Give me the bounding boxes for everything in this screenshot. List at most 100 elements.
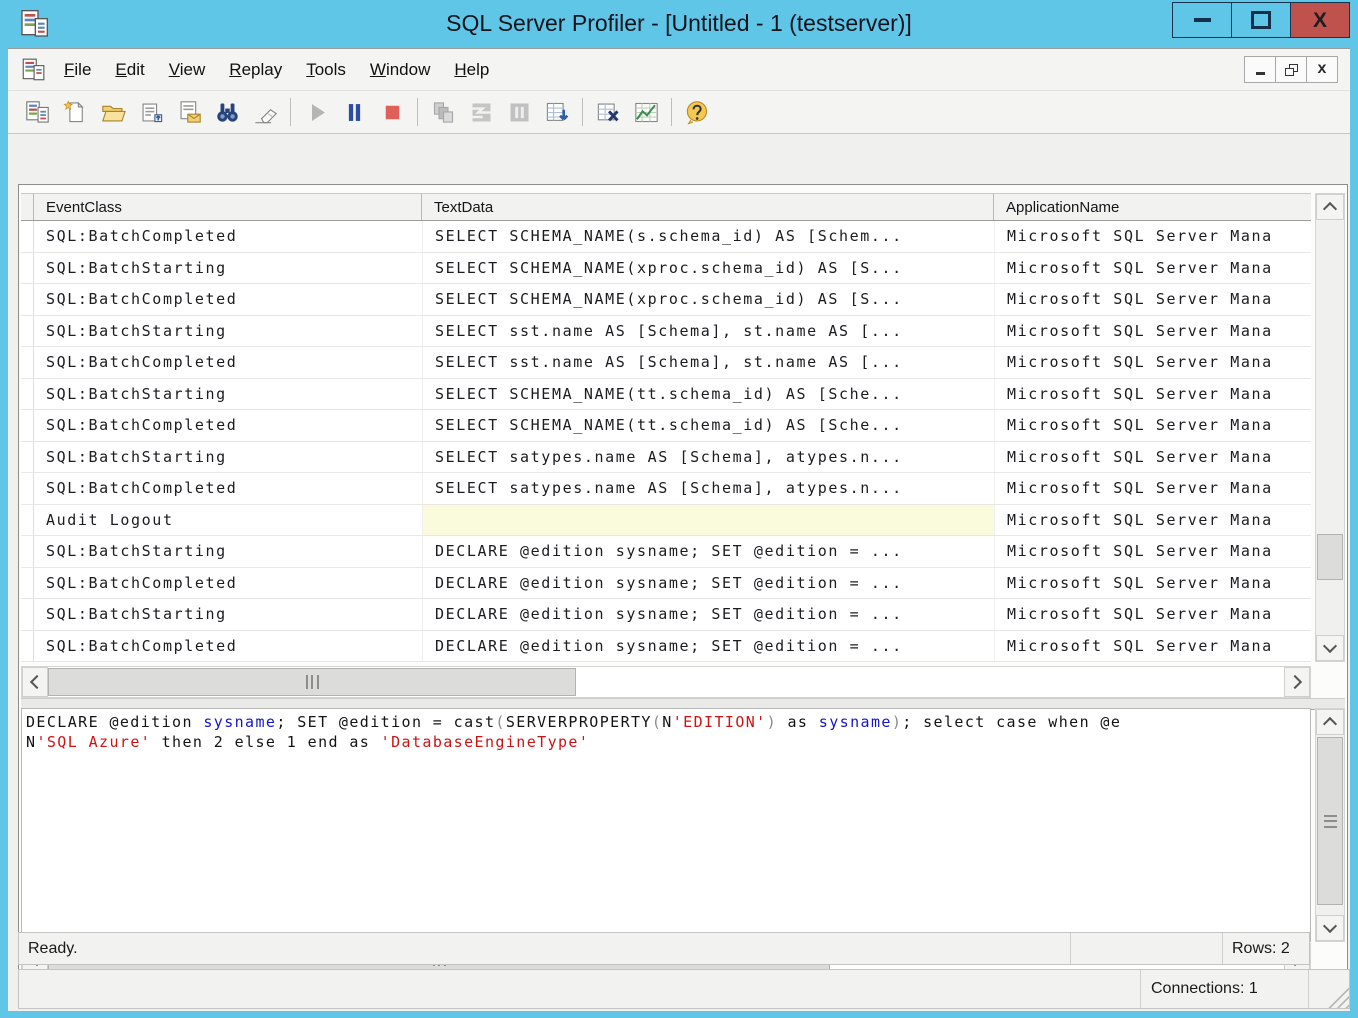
menu-items: FileEditViewReplayToolsWindowHelp (52, 55, 501, 85)
chevron-up-icon (1323, 202, 1337, 216)
cell-eventclass: SQL:BatchStarting (34, 442, 422, 473)
header-textdata[interactable]: TextData (422, 194, 994, 220)
trace-row[interactable]: SQL:BatchStartingSELECT satypes.name AS … (21, 442, 1311, 474)
auto-scroll-icon[interactable] (538, 94, 576, 130)
new-trace-icon[interactable] (18, 94, 56, 130)
trace-row[interactable]: SQL:BatchCompletedDECLARE @edition sysna… (21, 631, 1311, 663)
grouped-view-icon[interactable] (462, 94, 500, 130)
cell-applicationname: Microsoft SQL Server Mana (994, 379, 1311, 410)
cell-applicationname: Microsoft SQL Server Mana (994, 505, 1311, 536)
cell-applicationname: Microsoft SQL Server Mana (994, 473, 1311, 504)
close-icon: X (1313, 10, 1327, 31)
trace-properties-icon[interactable] (170, 94, 208, 130)
grid-hscroll-thumb[interactable] (48, 668, 576, 696)
pause-replay-icon[interactable] (335, 94, 373, 130)
find-icon[interactable] (208, 94, 246, 130)
scroll-down-button[interactable] (1316, 635, 1344, 661)
mdi-restore-button[interactable] (1275, 56, 1307, 83)
chevron-down-icon (1323, 919, 1337, 933)
status-rows: Rows: 2 (1223, 933, 1309, 964)
start-replay-icon[interactable] (297, 94, 335, 130)
row-selector (21, 568, 34, 599)
cell-textdata: SELECT satypes.name AS [Schema], atypes.… (422, 442, 994, 473)
cell-eventclass: SQL:BatchCompleted (34, 284, 422, 315)
trace-row[interactable]: SQL:BatchStartingDECLARE @edition sysnam… (21, 536, 1311, 568)
grid-vscroll-thumb[interactable] (1317, 534, 1343, 580)
trace-row[interactable]: SQL:BatchCompletedSELECT sst.name AS [Sc… (21, 347, 1311, 379)
minimize-button[interactable] (1172, 2, 1232, 38)
status-ready: Ready. (19, 933, 1071, 964)
cell-applicationname: Microsoft SQL Server Mana (994, 284, 1311, 315)
organize-columns-icon[interactable] (424, 94, 462, 130)
stop-replay-icon[interactable] (373, 94, 411, 130)
resize-grip[interactable] (1309, 970, 1349, 1008)
maximize-button[interactable] (1231, 2, 1291, 38)
title-bar[interactable]: SQL Server Profiler - [Untitled - 1 (tes… (0, 0, 1358, 48)
clear-window-icon[interactable] (589, 94, 627, 130)
menu-tools[interactable]: Tools (294, 55, 358, 85)
trace-row[interactable]: SQL:BatchStartingSELECT SCHEMA_NAME(tt.s… (21, 379, 1311, 411)
cell-eventclass: SQL:BatchStarting (34, 379, 422, 410)
menu-replay[interactable]: Replay (217, 55, 294, 85)
cell-applicationname: Microsoft SQL Server Mana (994, 442, 1311, 473)
resize-grip-icon (1323, 982, 1349, 1008)
toolbar-separator (582, 98, 583, 126)
trace-row[interactable]: SQL:BatchCompletedSELECT SCHEMA_NAME(s.s… (21, 221, 1311, 253)
help-icon[interactable] (678, 94, 716, 130)
chevron-up-icon (1323, 717, 1337, 731)
trace-row[interactable]: SQL:BatchCompletedSELECT SCHEMA_NAME(tt.… (21, 410, 1311, 442)
performance-counters-icon[interactable] (627, 94, 665, 130)
mdi-close-button[interactable]: x (1306, 56, 1338, 83)
save-trace-icon[interactable] (132, 94, 170, 130)
menu-file[interactable]: File (52, 55, 103, 85)
sql-code-line: N'SQL Azure' then 2 else 1 end as 'Datab… (26, 732, 1306, 752)
trace-window: EventClass TextData ApplicationName SQL:… (18, 184, 1348, 977)
cell-eventclass: SQL:BatchCompleted (34, 568, 422, 599)
detail-vscroll-thumb[interactable] (1317, 737, 1343, 905)
cell-applicationname: Microsoft SQL Server Mana (994, 347, 1311, 378)
cell-textdata: SELECT SCHEMA_NAME(tt.schema_id) AS [Sch… (422, 410, 994, 441)
scroll-right-button[interactable] (1284, 667, 1310, 697)
row-selector (21, 347, 34, 378)
open-trace-icon[interactable] (94, 94, 132, 130)
menu-help[interactable]: Help (442, 55, 501, 85)
row-selector (21, 599, 34, 630)
detail-vertical-scrollbar[interactable] (1315, 708, 1345, 942)
clear-trace-icon[interactable] (246, 94, 284, 130)
cell-eventclass: SQL:BatchCompleted (34, 631, 422, 662)
trace-row[interactable]: SQL:BatchStartingDECLARE @edition sysnam… (21, 599, 1311, 631)
trace-row[interactable]: SQL:BatchStartingSELECT SCHEMA_NAME(xpro… (21, 253, 1311, 285)
trace-row[interactable]: SQL:BatchCompletedSELECT SCHEMA_NAME(xpr… (21, 284, 1311, 316)
menu-edit[interactable]: Edit (103, 55, 156, 85)
cell-textdata: SELECT sst.name AS [Schema], st.name AS … (422, 316, 994, 347)
header-eventclass[interactable]: EventClass (34, 194, 422, 220)
row-selector (21, 442, 34, 473)
detail-text[interactable]: DECLARE @edition sysname; SET @edition =… (21, 708, 1311, 942)
menu-view[interactable]: View (157, 55, 218, 85)
trace-row[interactable]: SQL:BatchStartingSELECT sst.name AS [Sch… (21, 316, 1311, 348)
row-selector (21, 316, 34, 347)
menu-window[interactable]: Window (358, 55, 442, 85)
scroll-up-button[interactable] (1316, 194, 1344, 220)
close-button[interactable]: X (1290, 2, 1350, 38)
cell-applicationname: Microsoft SQL Server Mana (994, 568, 1311, 599)
trace-row[interactable]: Audit LogoutMicrosoft SQL Server Mana (21, 505, 1311, 537)
header-applicationname[interactable]: ApplicationName (994, 194, 1311, 220)
cell-eventclass: SQL:BatchCompleted (34, 347, 422, 378)
scroll-left-button[interactable] (22, 667, 48, 697)
grid-vertical-scrollbar[interactable] (1315, 193, 1345, 662)
mdi-close-icon: x (1318, 61, 1327, 77)
trace-row[interactable]: SQL:BatchCompletedDECLARE @edition sysna… (21, 568, 1311, 600)
scroll-up-button[interactable] (1316, 709, 1344, 735)
scroll-grip-icon (306, 675, 319, 689)
grid-horizontal-scrollbar[interactable] (21, 666, 1311, 698)
sql-code-line: DECLARE @edition sysname; SET @edition =… (26, 712, 1306, 732)
cell-textdata: SELECT satypes.name AS [Schema], atypes.… (422, 473, 994, 504)
scroll-down-button[interactable] (1316, 915, 1344, 941)
new-file-icon[interactable] (56, 94, 94, 130)
row-selector (21, 410, 34, 441)
cell-applicationname: Microsoft SQL Server Mana (994, 410, 1311, 441)
aggregated-view-icon[interactable] (500, 94, 538, 130)
mdi-minimize-button[interactable] (1244, 56, 1276, 83)
trace-row[interactable]: SQL:BatchCompletedSELECT satypes.name AS… (21, 473, 1311, 505)
